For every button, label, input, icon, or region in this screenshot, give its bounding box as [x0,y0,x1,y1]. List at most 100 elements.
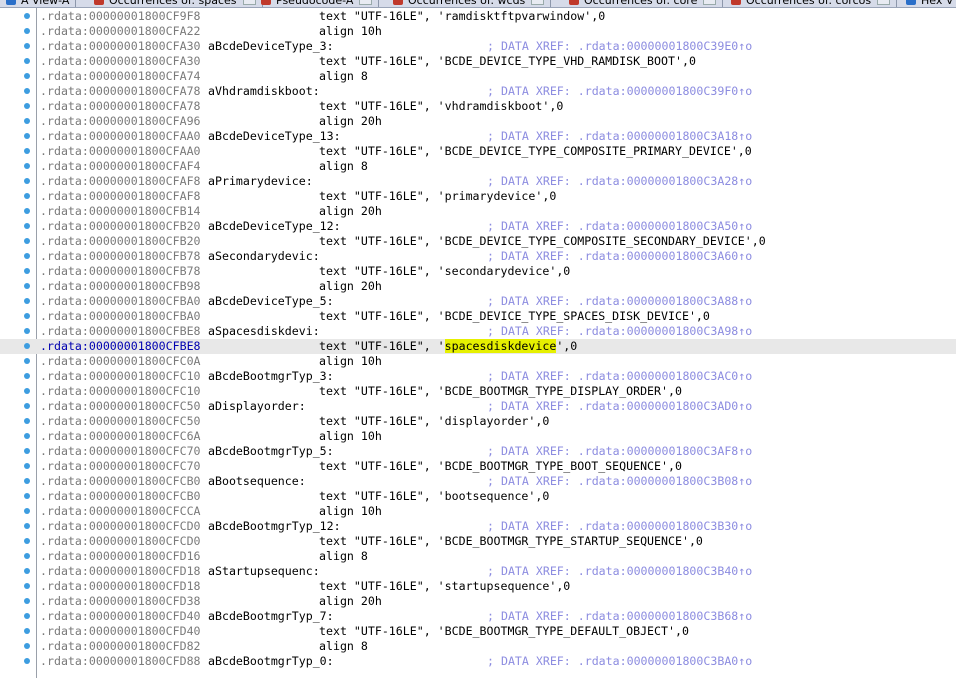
bullet-dot-icon[interactable] [24,13,30,19]
xref-comment[interactable]: ; DATA XREF: .rdata:00000001800C3B08↑o [487,474,752,489]
listing-line[interactable]: .rdata:00000001800CFB98 align 20h [0,279,956,294]
listing-line[interactable]: .rdata:00000001800CFD38 align 20h [0,594,956,609]
listing-line[interactable]: .rdata:00000001800CFAF8 text "UTF-16LE", … [0,189,956,204]
bullet-dot-icon[interactable] [24,223,30,229]
bullet-dot-icon[interactable] [24,493,30,499]
xref-comment[interactable]: ; DATA XREF: .rdata:00000001800C3A28↑o [487,174,752,189]
bullet-dot-icon[interactable] [24,58,30,64]
listing-line[interactable]: .rdata:00000001800CFA96 align 20h [0,114,956,129]
symbol-label[interactable]: aBcdeDeviceType_5: [208,294,334,309]
bullet-dot-icon[interactable] [24,163,30,169]
bullet-dot-icon[interactable] [24,28,30,34]
listing-line[interactable]: .rdata:00000001800CFBA0 text "UTF-16LE", … [0,309,956,324]
close-icon[interactable] [359,0,373,5]
listing-line[interactable]: .rdata:00000001800CFC70 aBcdeBootmgrTyp_5… [0,444,956,459]
bullet-dot-icon[interactable] [24,373,30,379]
xref-comment[interactable]: ; DATA XREF: .rdata:00000001800C3B40↑o [487,564,752,579]
symbol-label[interactable]: aStartupsequenc: [208,564,320,579]
bullet-dot-icon[interactable] [24,238,30,244]
close-icon[interactable] [877,0,891,5]
listing-line[interactable]: .rdata:00000001800CFA30 text "UTF-16LE", … [0,54,956,69]
xref-comment[interactable]: ; DATA XREF: .rdata:00000001800C3A18↑o [487,129,752,144]
symbol-label[interactable]: aVhdramdiskboot: [208,84,320,99]
symbol-label[interactable]: aBcdeBootmgrTyp_7: [208,609,334,624]
symbol-label[interactable]: aBcdeDeviceType_3: [208,39,334,54]
bullet-dot-icon[interactable] [24,283,30,289]
symbol-label[interactable]: aDisplayorder: [208,399,306,414]
bullet-dot-icon[interactable] [24,118,30,124]
bullet-dot-icon[interactable] [24,328,30,334]
listing-line[interactable]: .rdata:00000001800CFC50 aDisplayorder: ; D… [0,399,956,414]
bullet-dot-icon[interactable] [24,478,30,484]
listing-line[interactable]: .rdata:00000001800CFB20 text "UTF-16LE", … [0,234,956,249]
bullet-dot-icon[interactable] [24,628,30,634]
listing-line[interactable]: .rdata:00000001800CFB14 align 20h [0,204,956,219]
xref-comment[interactable]: ; DATA XREF: .rdata:00000001800C3B30↑o [487,519,752,534]
xref-comment[interactable]: ; DATA XREF: .rdata:00000001800C3A50↑o [487,219,752,234]
listing-line[interactable]: .rdata:00000001800CFD82 align 8 [0,639,956,654]
listing-line[interactable]: .rdata:00000001800CFC50 text "UTF-16LE", … [0,414,956,429]
bullet-dot-icon[interactable] [24,103,30,109]
listing-line[interactable]: .rdata:00000001800CFAA0 text "UTF-16LE", … [0,144,956,159]
bullet-dot-icon[interactable] [24,658,30,664]
xref-comment[interactable]: ; DATA XREF: .rdata:00000001800C3A88↑o [487,294,752,309]
listing-line[interactable]: .rdata:00000001800CFB78 aSecondarydevic:;… [0,249,956,264]
bullet-dot-icon[interactable] [24,88,30,94]
listing-line[interactable]: .rdata:00000001800CFAF4 align 8 [0,159,956,174]
symbol-label[interactable]: aBcdeBootmgrTyp_5: [208,444,334,459]
tab-5[interactable]: Occurrences of: corcos [725,0,898,7]
symbol-label[interactable]: aBcdeDeviceType_12: [208,219,341,234]
xref-comment[interactable]: ; DATA XREF: .rdata:00000001800C3AC0↑o [487,369,752,384]
close-icon[interactable] [531,0,545,5]
xref-comment[interactable]: ; DATA XREF: .rdata:00000001800C39F0↑o [487,84,752,99]
xref-comment[interactable]: ; DATA XREF: .rdata:00000001800C39E0↑o [487,39,752,54]
bullet-dot-icon[interactable] [24,433,30,439]
symbol-label[interactable]: aBootsequence: [208,474,306,489]
bullet-dot-icon[interactable] [24,298,30,304]
listing-line[interactable]: .rdata:00000001800CFCCA align 10h [0,504,956,519]
disassembly-listing[interactable]: .rdata:00000001800CF9F8 text "UTF-16LE", … [0,9,956,669]
bullet-dot-icon[interactable] [24,538,30,544]
tab-4[interactable]: Occurrences of: core [563,0,724,7]
listing-line[interactable]: .rdata:00000001800CFD18 aStartupsequenc:;… [0,564,956,579]
bullet-dot-icon[interactable] [24,583,30,589]
bullet-dot-icon[interactable] [24,358,30,364]
bullet-dot-icon[interactable] [24,148,30,154]
listing-line[interactable]: .rdata:00000001800CFD18 text "UTF-16LE", … [0,579,956,594]
listing-line[interactable]: .rdata:00000001800CFCB0 text "UTF-16LE", … [0,489,956,504]
bullet-dot-icon[interactable] [24,418,30,424]
tab-0[interactable]: A View-A [0,0,77,7]
listing-line[interactable]: .rdata:00000001800CFCD0 aBcdeBootmgrTyp_1… [0,519,956,534]
tab-3[interactable]: Occurrences of: wcds [387,0,552,7]
symbol-label[interactable]: aSecondarydevic: [208,249,320,264]
tab-2[interactable]: Pseudocode-A [255,0,380,7]
listing-line[interactable]: .rdata:00000001800CFD40 aBcdeBootmgrTyp_7… [0,609,956,624]
bullet-dot-icon[interactable] [24,598,30,604]
bullet-dot-icon[interactable] [24,43,30,49]
symbol-label[interactable]: aPrimarydevice: [208,174,313,189]
symbol-label[interactable]: aBcdeBootmgrTyp_12: [208,519,341,534]
symbol-label[interactable]: aBcdeBootmgrTyp_3: [208,369,334,384]
listing-line[interactable]: .rdata:00000001800CFC10 aBcdeBootmgrTyp_3… [0,369,956,384]
symbol-label[interactable]: aBcdeBootmgrTyp_0: [208,654,334,669]
listing-line[interactable]: .rdata:00000001800CFAF8 aPrimarydevice: ; … [0,174,956,189]
listing-line[interactable]: .rdata:00000001800CFC10 text "UTF-16LE", … [0,384,956,399]
xref-comment[interactable]: ; DATA XREF: .rdata:00000001800C3AD0↑o [487,399,752,414]
listing-line[interactable]: .rdata:00000001800CFB78 text "UTF-16LE", … [0,264,956,279]
bullet-dot-icon[interactable] [24,208,30,214]
listing-line[interactable]: .rdata:00000001800CFCB0 aBootsequence: ; D… [0,474,956,489]
symbol-label[interactable]: aBcdeDeviceType_13: [208,129,341,144]
bullet-dot-icon[interactable] [24,448,30,454]
bullet-dot-icon[interactable] [24,313,30,319]
listing-line[interactable]: .rdata:00000001800CFD16 align 8 [0,549,956,564]
listing-line[interactable]: .rdata:00000001800CFA78 text "UTF-16LE", … [0,99,956,114]
listing-line[interactable]: .rdata:00000001800CFCD0 text "UTF-16LE", … [0,534,956,549]
listing-line[interactable]: .rdata:00000001800CFA30 aBcdeDeviceType_3… [0,39,956,54]
bullet-dot-icon[interactable] [24,343,30,349]
bullet-dot-icon[interactable] [24,388,30,394]
bullet-dot-icon[interactable] [24,133,30,139]
listing-line[interactable]: .rdata:00000001800CFAA0 aBcdeDeviceType_1… [0,129,956,144]
listing-line[interactable]: .rdata:00000001800CFD88 aBcdeBootmgrTyp_0… [0,654,956,669]
close-icon[interactable] [703,0,717,5]
bullet-dot-icon[interactable] [24,463,30,469]
